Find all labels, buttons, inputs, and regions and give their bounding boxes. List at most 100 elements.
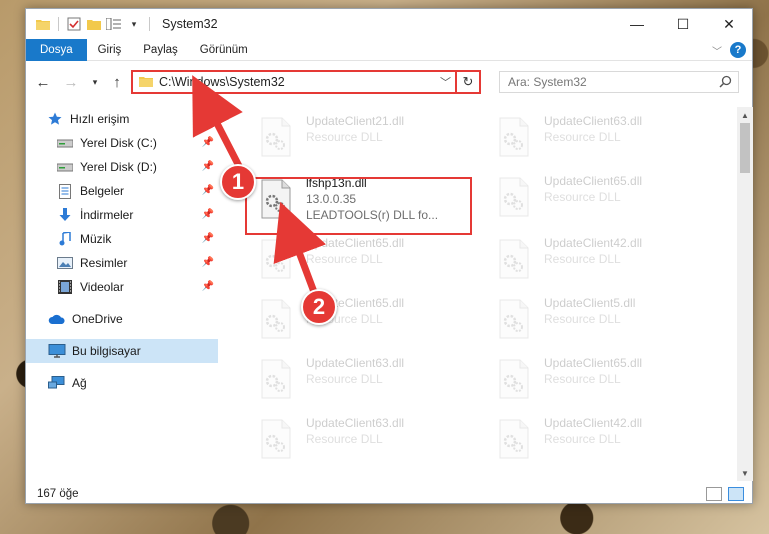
pin-icon[interactable]: 📌 xyxy=(202,161,214,172)
sidebar-item-label: Yerel Disk (D:) xyxy=(80,160,157,174)
vertical-scrollbar[interactable]: ▲ ▼ xyxy=(737,107,753,481)
file-name: UpdateClient63.dll xyxy=(544,114,643,128)
new-folder-icon[interactable] xyxy=(85,15,103,33)
search-placeholder: Ara: System32 xyxy=(508,75,587,89)
chevron-down-icon[interactable]: ﹀ xyxy=(440,74,451,90)
sidebar-item-documents[interactable]: Belgeler 📌 xyxy=(26,179,218,203)
tab-share[interactable]: Paylaş xyxy=(132,39,189,61)
drive-icon xyxy=(56,134,74,152)
back-arrow-icon[interactable]: ← xyxy=(32,71,54,93)
list-item[interactable]: UpdateClient63.dll Resource DLL xyxy=(482,113,702,161)
file-type: Resource DLL xyxy=(544,130,621,144)
network-icon xyxy=(48,374,66,392)
ribbon-tabs: Dosya Giriş Paylaş Görünüm ﹀ ? xyxy=(26,38,752,61)
address-path[interactable]: C:\Windows\System32 xyxy=(159,75,285,89)
quick-access-toolbar: ▾ xyxy=(26,15,154,33)
toolbar-divider xyxy=(149,17,150,31)
file-name: UpdateClient42.dll xyxy=(544,236,643,250)
explorer-window: ▾ System32 — ☐ ✕ Dosya Giriş Paylaş Görü… xyxy=(25,8,753,504)
sidebar-item-local-disk-d[interactable]: Yerel Disk (D:) 📌 xyxy=(26,155,218,179)
drive-icon xyxy=(56,158,74,176)
cloud-icon xyxy=(48,310,66,328)
recent-locations-icon[interactable]: ▾ xyxy=(84,71,106,93)
sidebar-item-quick-access[interactable]: Hızlı erişim xyxy=(26,107,218,131)
list-item[interactable]: UpdateClient65.dll Resource DLL xyxy=(482,355,702,403)
sidebar-item-music[interactable]: Müzik 📌 xyxy=(26,227,218,251)
pin-icon[interactable]: 📌 xyxy=(202,257,214,268)
customize-toolbar-icon[interactable]: ▾ xyxy=(125,15,143,33)
sidebar-item-onedrive[interactable]: OneDrive xyxy=(26,307,218,331)
dll-file-icon xyxy=(258,117,294,157)
close-button[interactable]: ✕ xyxy=(706,9,752,39)
sidebar-item-network[interactable]: Ağ xyxy=(26,371,218,395)
properties-icon[interactable] xyxy=(65,15,83,33)
list-item[interactable]: UpdateClient42.dll Resource DLL xyxy=(482,415,702,463)
sidebar-item-videos[interactable]: Videolar 📌 xyxy=(26,275,218,299)
window-controls: — ☐ ✕ xyxy=(614,9,752,39)
help-icon[interactable]: ? xyxy=(730,42,746,58)
list-item[interactable]: UpdateClient63.dll Resource DLL xyxy=(244,355,464,403)
expand-ribbon-icon[interactable]: ﹀ xyxy=(712,43,722,58)
status-bar: 167 öğe xyxy=(26,483,752,505)
file-type: Resource DLL xyxy=(306,252,383,266)
video-icon xyxy=(56,278,74,296)
pin-icon[interactable]: 📌 xyxy=(202,281,214,292)
download-icon xyxy=(56,206,74,224)
sidebar-item-downloads[interactable]: İndirmeler 📌 xyxy=(26,203,218,227)
address-bar[interactable]: C:\Windows\System32 ﹀ ↻ xyxy=(131,70,481,94)
tab-home[interactable]: Giriş xyxy=(87,39,133,61)
scroll-thumb[interactable] xyxy=(740,123,750,173)
pin-icon[interactable]: 📌 xyxy=(202,185,214,196)
sidebar-item-pictures[interactable]: Resimler 📌 xyxy=(26,251,218,275)
sidebar-item-this-pc[interactable]: Bu bilgisayar xyxy=(26,339,218,363)
scroll-down-icon[interactable]: ▼ xyxy=(737,465,753,481)
list-item[interactable]: UpdateClient63.dll Resource DLL xyxy=(244,415,464,463)
folder-icon xyxy=(34,15,52,33)
dll-file-icon xyxy=(496,239,532,279)
tiles-view-icon[interactable] xyxy=(728,487,744,501)
dll-file-icon xyxy=(496,117,532,157)
file-type: Resource DLL xyxy=(306,130,383,144)
dll-file-icon xyxy=(496,177,532,217)
up-arrow-icon[interactable]: ↑ xyxy=(106,71,128,93)
pin-icon[interactable]: 📌 xyxy=(202,137,214,148)
star-icon xyxy=(46,110,64,128)
file-name: UpdateClient65.dll xyxy=(544,174,643,188)
minimize-button[interactable]: — xyxy=(614,9,660,39)
sidebar-item-local-disk-c[interactable]: Yerel Disk (C:) 📌 xyxy=(26,131,218,155)
search-input[interactable]: Ara: System32 xyxy=(499,71,739,93)
refresh-icon[interactable]: ↻ xyxy=(455,72,479,92)
file-type: Resource DLL xyxy=(544,312,621,326)
title-bar: ▾ System32 — ☐ ✕ xyxy=(26,9,752,39)
maximize-button[interactable]: ☐ xyxy=(660,9,706,39)
list-item[interactable]: UpdateClient42.dll Resource DLL xyxy=(482,235,702,283)
pin-icon[interactable]: 📌 xyxy=(202,209,214,220)
list-item[interactable]: UpdateClient65.dll Resource DLL xyxy=(482,173,702,221)
forward-arrow-icon[interactable]: → xyxy=(60,71,82,93)
dll-file-icon xyxy=(258,419,294,459)
tab-view[interactable]: Görünüm xyxy=(189,39,259,61)
navigation-pane: Hızlı erişim Yerel Disk (C:) 📌 Yerel Dis… xyxy=(26,107,218,479)
toolbar-divider xyxy=(58,17,59,31)
pin-icon[interactable]: 📌 xyxy=(202,233,214,244)
list-item[interactable]: UpdateClient65.dll Resource DLL xyxy=(244,235,464,283)
view-options-icon[interactable] xyxy=(105,15,123,33)
details-view-icon[interactable] xyxy=(706,487,722,501)
scroll-up-icon[interactable]: ▲ xyxy=(737,107,753,123)
folder-icon xyxy=(139,75,153,90)
pictures-icon xyxy=(56,254,74,272)
file-type: Resource DLL xyxy=(544,432,621,446)
sidebar-item-label: Hızlı erişim xyxy=(70,112,130,126)
list-item[interactable]: UpdateClient21.dll Resource DLL xyxy=(244,113,464,161)
list-item[interactable]: UpdateClient65.dll Resource DLL xyxy=(244,295,464,343)
sidebar-item-label: Yerel Disk (C:) xyxy=(80,136,157,150)
ribbon-right-controls: ﹀ ? xyxy=(712,42,746,58)
tab-file[interactable]: Dosya xyxy=(26,38,87,61)
dll-file-icon xyxy=(496,419,532,459)
dll-file-icon xyxy=(496,299,532,339)
sidebar-item-label: Ağ xyxy=(72,376,87,390)
file-type: Resource DLL xyxy=(306,432,383,446)
file-name: UpdateClient63.dll xyxy=(306,416,405,430)
list-item[interactable]: UpdateClient5.dll Resource DLL xyxy=(482,295,702,343)
search-icon[interactable] xyxy=(719,75,732,91)
